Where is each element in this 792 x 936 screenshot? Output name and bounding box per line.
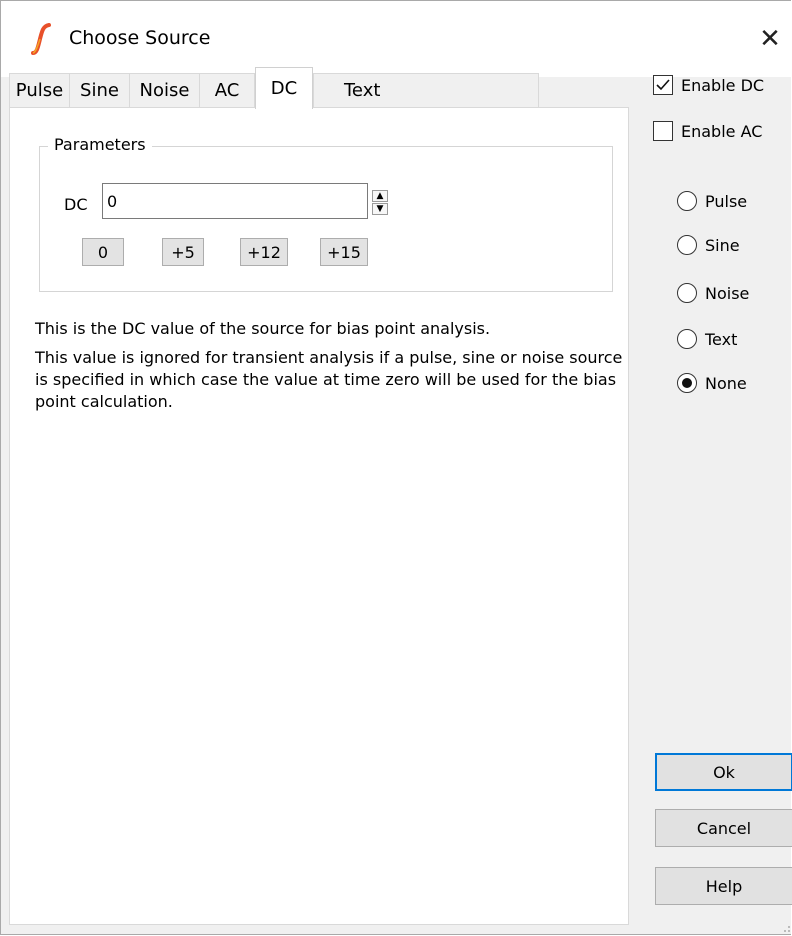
arrow-up-icon: ▲ — [376, 190, 384, 201]
radio-circle — [677, 283, 697, 303]
radio-sine-label: Sine — [705, 235, 740, 255]
tab-dc[interactable]: DC — [255, 67, 313, 109]
dc-spinner: ▲ ▼ — [372, 190, 390, 218]
enable-dc-label: Enable DC — [681, 75, 765, 95]
window-title: Choose Source — [69, 27, 211, 49]
radio-circle — [677, 329, 697, 349]
radio-sine[interactable]: Sine — [677, 231, 740, 259]
close-button[interactable]: ✕ — [747, 17, 792, 61]
enable-ac-label: Enable AC — [681, 121, 763, 141]
tab-pulse[interactable]: Pulse — [9, 73, 70, 107]
app-logo-icon — [31, 23, 51, 55]
radio-pulse[interactable]: Pulse — [677, 187, 747, 215]
radio-noise-label: Noise — [705, 283, 750, 303]
dc-transient-note: This value is ignored for transient anal… — [35, 348, 623, 411]
dc-tab-panel: Parameters DC ▲ ▼ 0 +5 +12 +15 This is t… — [9, 107, 629, 925]
enable-ac-checkbox[interactable]: Enable AC — [653, 117, 762, 145]
choose-source-dialog: Choose Source ✕ Pulse Sine Noise AC DC T… — [0, 0, 792, 935]
spin-up-button[interactable]: ▲ — [372, 190, 388, 202]
radio-text-label: Text — [705, 329, 738, 349]
radio-none[interactable]: None — [677, 369, 747, 397]
checkbox-box — [653, 75, 673, 95]
preset-15-button[interactable]: +15 — [320, 238, 368, 266]
spin-down-button[interactable]: ▼ — [372, 203, 388, 215]
preset-5-button[interactable]: +5 — [162, 238, 204, 266]
radio-noise[interactable]: Noise — [677, 279, 749, 307]
radio-text[interactable]: Text — [677, 325, 737, 353]
dc-value-input[interactable] — [102, 183, 368, 219]
preset-0-button[interactable]: 0 — [82, 238, 124, 266]
parameters-group: Parameters — [39, 135, 613, 292]
tab-sine[interactable]: Sine — [69, 73, 130, 107]
dc-description: This is the DC value of the source for b… — [35, 319, 491, 338]
dc-label: DC — [64, 195, 88, 214]
checkmark-icon — [656, 79, 670, 91]
radio-circle — [677, 235, 697, 255]
radio-circle — [677, 373, 697, 393]
close-icon: ✕ — [759, 24, 781, 54]
resize-grip-icon[interactable] — [779, 921, 791, 933]
help-button[interactable]: Help — [655, 867, 792, 905]
tab-noise[interactable]: Noise — [129, 73, 200, 107]
tab-ac[interactable]: AC — [199, 73, 255, 107]
enable-dc-checkbox[interactable]: Enable DC — [653, 71, 764, 99]
title-bar: Choose Source ✕ — [1, 1, 792, 77]
parameters-group-label: Parameters — [48, 135, 152, 154]
checkbox-box — [653, 121, 673, 141]
radio-none-label: None — [705, 373, 747, 393]
radio-circle — [677, 191, 697, 211]
tab-text[interactable]: Text — [313, 73, 539, 107]
radio-selected-dot — [682, 378, 692, 388]
ok-button[interactable]: Ok — [655, 753, 792, 791]
preset-12-button[interactable]: +12 — [240, 238, 288, 266]
radio-pulse-label: Pulse — [705, 191, 748, 211]
arrow-down-icon: ▼ — [376, 203, 384, 214]
cancel-button[interactable]: Cancel — [655, 809, 792, 847]
